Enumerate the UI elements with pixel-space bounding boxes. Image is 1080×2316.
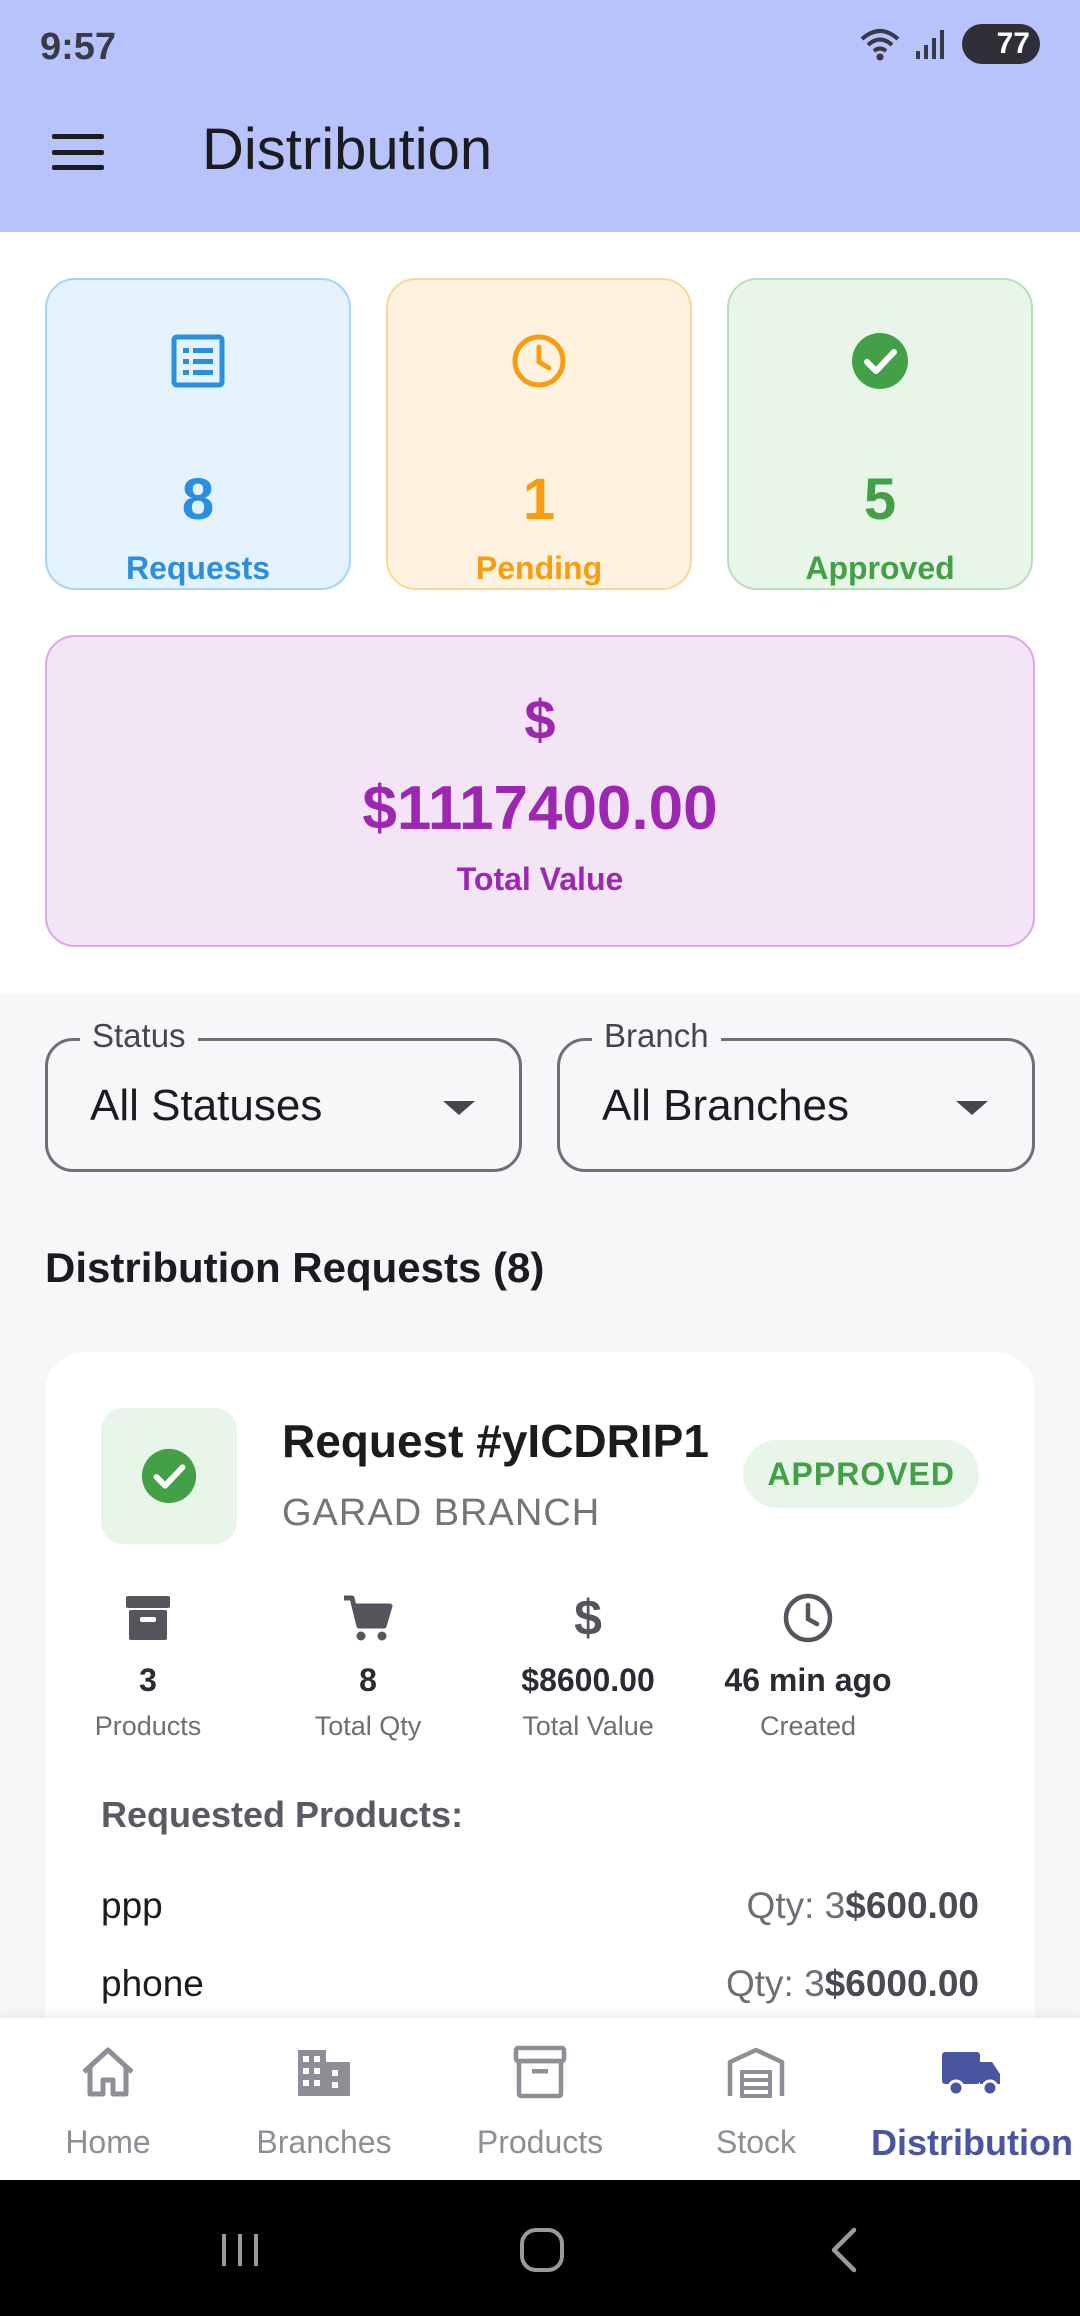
- app-bar: 9:57 77 Distribution: [0, 0, 1080, 232]
- metric-label: Total Value: [522, 1711, 654, 1741]
- requested-products-heading: Requested Products:: [101, 1794, 464, 1835]
- battery-level: 77: [996, 27, 1030, 60]
- nav-label: Branches: [256, 2124, 392, 2160]
- metric-label: Created: [759, 1711, 857, 1741]
- archive-icon: [513, 2045, 567, 2099]
- product-name: phone: [101, 1963, 204, 2004]
- total-value-amount: $1117400.00: [362, 774, 718, 843]
- requests-count: 8: [181, 467, 215, 532]
- dropdown-arrow-icon: [956, 1101, 988, 1115]
- dollar-icon: $: [524, 688, 556, 751]
- branch-filter-value: All Branches: [602, 1081, 850, 1130]
- truck-icon: [942, 2052, 1000, 2097]
- request-card[interactable]: Request #yICDRIP1 GARAD BRANCH APPROVED …: [45, 1352, 1035, 2052]
- metric-label: Total Qty: [314, 1711, 422, 1741]
- check-circle-icon: [141, 1448, 197, 1504]
- metric-value: 8: [359, 1662, 377, 1698]
- section-title: Distribution Requests (8): [45, 1244, 545, 1291]
- home-icon: [82, 2047, 134, 2097]
- branch-filter-dropdown[interactable]: Branch All Branches: [557, 1017, 1035, 1172]
- product-qty: Qty: 3: [746, 1885, 846, 1926]
- dropdown-arrow-icon: [443, 1101, 475, 1115]
- battery-indicator: 77: [962, 24, 1040, 64]
- requests-label: Requests: [125, 550, 271, 586]
- menu-button[interactable]: [46, 128, 110, 176]
- metric-total-qty: 8 Total Qty: [258, 1590, 478, 1742]
- list-icon: [171, 334, 225, 388]
- clock-icon: [512, 334, 566, 388]
- status-badge: APPROVED: [743, 1440, 979, 1508]
- signal-icon: [916, 30, 944, 59]
- system-navigation-bar: [0, 2180, 1080, 2316]
- total-value-label: Total Value: [456, 861, 624, 897]
- product-row: phone Qty: 3$6000.00: [101, 1954, 979, 2014]
- nav-stock[interactable]: Stock: [648, 2018, 864, 2180]
- metric-created: 46 min ago Created: [698, 1590, 918, 1742]
- page-title: Distribution: [202, 117, 493, 182]
- metric-value: $8600.00: [521, 1662, 655, 1698]
- warehouse-icon: [727, 2047, 785, 2098]
- approved-label: Approved: [805, 550, 955, 586]
- clock-icon: [783, 1593, 833, 1643]
- branch-filter-label: Branch: [592, 1017, 721, 1055]
- request-branch: GARAD BRANCH: [282, 1492, 601, 1534]
- metric-label: Products: [94, 1711, 202, 1741]
- nav-distribution[interactable]: Distribution: [864, 2018, 1080, 2180]
- status-filter-value: All Statuses: [90, 1081, 323, 1130]
- nav-products[interactable]: Products: [432, 2018, 648, 2180]
- nav-home[interactable]: Home: [0, 2018, 216, 2180]
- home-button-icon[interactable]: [512, 2220, 572, 2280]
- request-title: Request #yICDRIP1: [282, 1415, 709, 1467]
- request-status-icon-box: [101, 1408, 237, 1544]
- product-price: $6000.00: [824, 1963, 979, 2004]
- status-filter-dropdown[interactable]: Status All Statuses: [45, 1017, 522, 1172]
- total-value-card: $ $1117400.00 Total Value: [45, 635, 1035, 947]
- summary-area: 8 Requests 1 Pending 5 Approved $ $11174…: [0, 232, 1080, 994]
- nav-label: Stock: [715, 2124, 797, 2160]
- back-icon[interactable]: [816, 2220, 876, 2280]
- requests-stat-card[interactable]: 8 Requests: [45, 278, 351, 590]
- product-name: ppp: [101, 1885, 163, 1926]
- nav-branches[interactable]: Branches: [216, 2018, 432, 2180]
- nav-label: Home: [65, 2124, 151, 2160]
- metric-value: 46 min ago: [724, 1662, 892, 1698]
- cart-icon: [344, 1595, 393, 1641]
- nav-label: Distribution: [871, 2122, 1073, 2163]
- approved-count: 5: [863, 467, 897, 532]
- metric-value: 3: [139, 1662, 157, 1698]
- status-icons: 77: [860, 24, 1040, 64]
- pending-count: 1: [522, 467, 556, 532]
- menu-icon: [52, 134, 104, 139]
- nav-label: Products: [476, 2124, 604, 2160]
- product-qty: Qty: 3: [725, 1963, 825, 2004]
- bottom-navigation: Home Branches Products Stock Distributio…: [0, 2018, 1080, 2180]
- product-row: ppp Qty: 3$600.00: [101, 1876, 979, 1936]
- dollar-icon: $: [574, 1590, 602, 1646]
- pending-label: Pending: [475, 550, 603, 586]
- pending-stat-card[interactable]: 1 Pending: [386, 278, 692, 590]
- approved-stat-card[interactable]: 5 Approved: [727, 278, 1033, 590]
- archive-icon: [126, 1596, 170, 1640]
- metric-total-value: $ $8600.00 Total Value: [478, 1590, 698, 1742]
- check-circle-icon: [852, 333, 908, 389]
- product-price: $600.00: [845, 1885, 979, 1926]
- metric-products: 3 Products: [38, 1590, 258, 1742]
- building-icon: [298, 2050, 350, 2096]
- recent-apps-icon[interactable]: [210, 2220, 270, 2280]
- status-filter-label: Status: [80, 1017, 198, 1055]
- wifi-icon: [860, 29, 900, 61]
- status-time: 9:57: [40, 26, 117, 68]
